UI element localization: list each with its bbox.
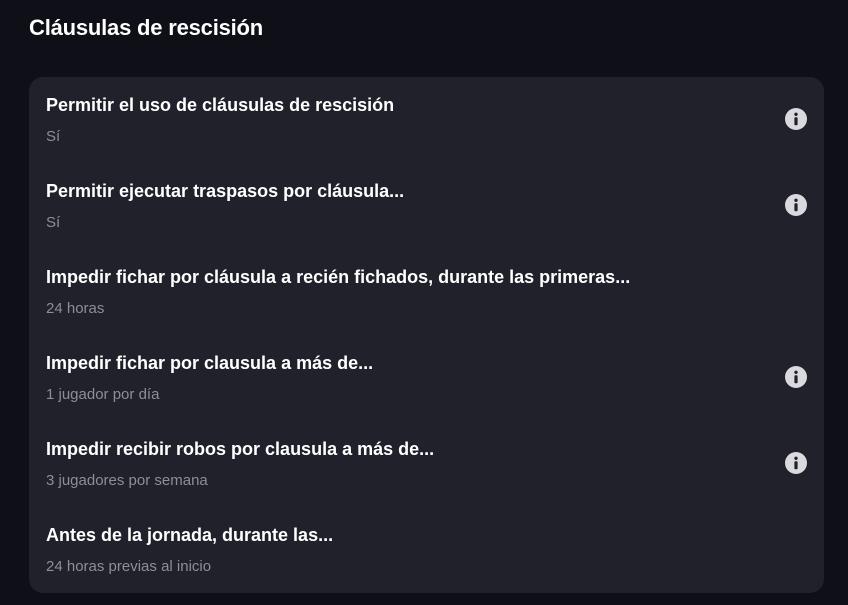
info-icon[interactable] — [785, 194, 807, 216]
info-icon[interactable] — [785, 108, 807, 130]
setting-row-before-matchday[interactable]: Antes de la jornada, durante las... 24 h… — [29, 507, 824, 593]
setting-row-allow-clause-transfers[interactable]: Permitir ejecutar traspasos por cláusula… — [29, 163, 824, 249]
setting-row-block-new-signings[interactable]: Impedir fichar por cláusula a recién fic… — [29, 249, 824, 335]
section-title: Cláusulas de rescisión — [29, 15, 264, 40]
setting-title: Impedir fichar por cláusula a recién fic… — [46, 267, 631, 287]
setting-value: Sí — [46, 214, 61, 231]
setting-title: Permitir ejecutar traspasos por cláusula… — [46, 181, 405, 201]
setting-title: Impedir recibir robos por clausula a más… — [46, 439, 435, 459]
setting-value: 1 jugador por día — [46, 386, 160, 403]
info-icon[interactable] — [785, 452, 807, 474]
setting-title: Impedir fichar por clausula a más de... — [46, 353, 374, 373]
setting-value: Sí — [46, 128, 61, 145]
setting-value: 24 horas — [46, 300, 105, 317]
setting-row-max-clause-signings[interactable]: Impedir fichar por clausula a más de... … — [29, 335, 824, 421]
settings-page: Cláusulas de rescisión Permitir el uso d… — [0, 0, 848, 605]
settings-card: Permitir el uso de cláusulas de rescisió… — [29, 77, 824, 593]
setting-row-max-clause-steals[interactable]: Impedir recibir robos por clausula a más… — [29, 421, 824, 507]
setting-value: 24 horas previas al inicio — [46, 558, 212, 575]
setting-value: 3 jugadores por semana — [46, 472, 208, 489]
info-icon[interactable] — [785, 366, 807, 388]
setting-title: Permitir el uso de cláusulas de rescisió… — [46, 95, 395, 115]
setting-title: Antes de la jornada, durante las... — [46, 525, 334, 545]
setting-row-allow-release-clauses[interactable]: Permitir el uso de cláusulas de rescisió… — [29, 77, 824, 163]
